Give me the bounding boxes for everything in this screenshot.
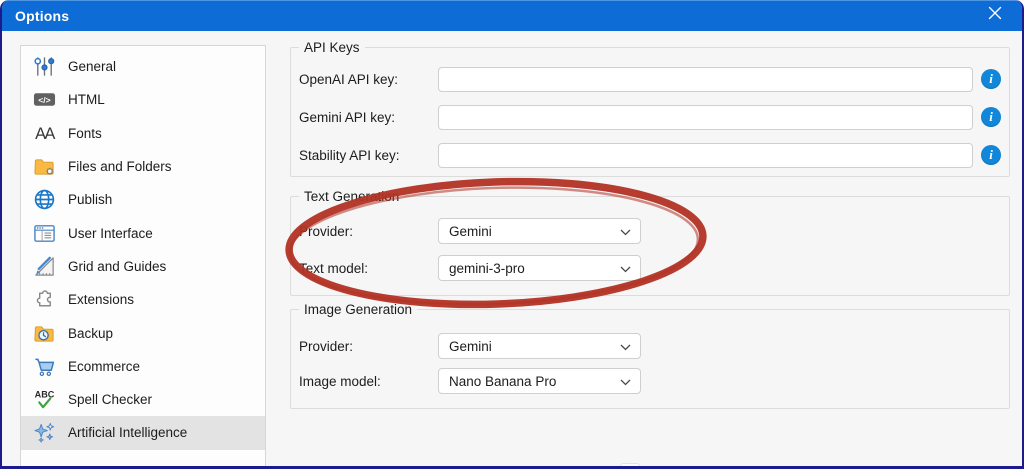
options-dialog: Options General </> HTML AA Fonts — [0, 0, 1024, 469]
sidebar-item-label: General — [68, 59, 116, 74]
sidebar-item-html[interactable]: </> HTML — [21, 83, 265, 116]
text-provider-select[interactable]: Gemini — [438, 218, 641, 244]
field-label: OpenAI API key: — [299, 72, 438, 87]
folder-gear-icon — [31, 154, 57, 180]
selected-value: Gemini — [449, 339, 492, 354]
sidebar-item-spell-checker[interactable]: ABC Spell Checker — [21, 383, 265, 416]
sidebar-item-user-interface[interactable]: User Interface — [21, 216, 265, 249]
code-icon: </> — [31, 87, 57, 113]
openai-api-key-input[interactable] — [438, 67, 973, 92]
info-icon[interactable]: i — [981, 145, 1001, 165]
chevron-down-icon — [620, 374, 631, 389]
window-icon — [31, 220, 57, 246]
text-model-select[interactable]: gemini-3-pro — [438, 255, 641, 281]
close-button[interactable] — [976, 0, 1014, 31]
sidebar-item-backup[interactable]: Backup — [21, 316, 265, 349]
window-title: Options — [15, 8, 69, 24]
sidebar-item-files-and-folders[interactable]: Files and Folders — [21, 150, 265, 183]
sliders-icon — [31, 54, 57, 80]
field-label: Provider: — [299, 339, 438, 354]
svg-text:ABC: ABC — [34, 390, 54, 400]
image-model-row: Image model: Nano Banana Pro — [299, 368, 641, 394]
close-icon — [988, 6, 1002, 25]
cutoff-button-edge — [620, 463, 640, 469]
sidebar-item-label: Fonts — [68, 126, 102, 141]
image-provider-row: Provider: Gemini — [299, 333, 641, 359]
info-icon[interactable]: i — [981, 69, 1001, 89]
titlebar: Options — [2, 0, 1022, 31]
image-provider-select[interactable]: Gemini — [438, 333, 641, 359]
sidebar-item-publish[interactable]: Publish — [21, 183, 265, 216]
gemini-api-key-row: Gemini API key: i — [299, 104, 1001, 130]
field-label: Gemini API key: — [299, 110, 438, 125]
sidebar-item-label: User Interface — [68, 226, 153, 241]
image-generation-section: Image Generation Provider: Gemini Image … — [290, 309, 1010, 409]
section-legend: Text Generation — [299, 188, 404, 205]
ruler-pencil-icon — [31, 253, 57, 279]
svg-text:</>: </> — [38, 95, 50, 105]
sidebar-item-fonts[interactable]: AA Fonts — [21, 117, 265, 150]
sidebar-item-label: Artificial Intelligence — [68, 425, 187, 440]
svg-text:AA: AA — [35, 125, 55, 143]
section-legend: API Keys — [299, 39, 365, 56]
field-label: Provider: — [299, 224, 438, 239]
selected-value: gemini-3-pro — [449, 261, 525, 276]
api-keys-section: API Keys OpenAI API key: i Gemini API ke… — [290, 47, 1010, 177]
shopping-cart-icon — [31, 353, 57, 379]
sidebar-item-extensions[interactable]: Extensions — [21, 283, 265, 316]
sparkles-icon — [31, 420, 57, 446]
backup-folder-clock-icon — [31, 320, 57, 346]
sidebar-item-label: Extensions — [68, 292, 134, 307]
sidebar-item-label: Ecommerce — [68, 359, 140, 374]
settings-category-list: General </> HTML AA Fonts Files and Fold… — [20, 45, 266, 467]
section-legend: Image Generation — [299, 301, 417, 318]
field-label: Image model: — [299, 374, 438, 389]
field-label: Stability API key: — [299, 148, 438, 163]
text-model-row: Text model: gemini-3-pro — [299, 255, 641, 281]
globe-icon — [31, 187, 57, 213]
stability-api-key-row: Stability API key: i — [299, 142, 1001, 168]
sidebar-item-ecommerce[interactable]: Ecommerce — [21, 350, 265, 383]
abc-check-icon: ABC — [31, 387, 57, 413]
sidebar-item-label: Grid and Guides — [68, 259, 166, 274]
stability-api-key-input[interactable] — [438, 143, 973, 168]
sidebar-item-label: Spell Checker — [68, 392, 152, 407]
puzzle-icon — [31, 287, 57, 313]
gemini-api-key-input[interactable] — [438, 105, 973, 130]
info-icon[interactable]: i — [981, 107, 1001, 127]
chevron-down-icon — [620, 224, 631, 239]
openai-api-key-row: OpenAI API key: i — [299, 66, 1001, 92]
text-generation-section: Text Generation Provider: Gemini Text mo… — [290, 196, 1010, 296]
sidebar-item-general[interactable]: General — [21, 50, 265, 83]
selected-value: Nano Banana Pro — [449, 374, 556, 389]
image-model-select[interactable]: Nano Banana Pro — [438, 368, 641, 394]
text-provider-row: Provider: Gemini — [299, 218, 641, 244]
chevron-down-icon — [620, 339, 631, 354]
sidebar-item-label: HTML — [68, 92, 105, 107]
sidebar-item-label: Files and Folders — [68, 159, 172, 174]
field-label: Text model: — [299, 261, 438, 276]
sidebar-item-label: Publish — [68, 192, 112, 207]
selected-value: Gemini — [449, 224, 492, 239]
chevron-down-icon — [620, 261, 631, 276]
fonts-icon: AA — [31, 120, 57, 146]
sidebar-item-grid-and-guides[interactable]: Grid and Guides — [21, 250, 265, 283]
sidebar-item-artificial-intelligence[interactable]: Artificial Intelligence — [21, 416, 265, 449]
sidebar-item-label: Backup — [68, 326, 113, 341]
